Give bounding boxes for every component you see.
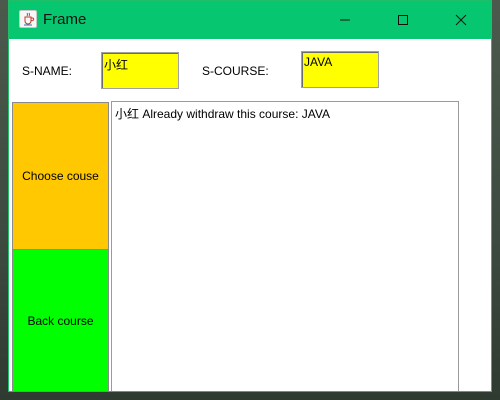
student-name-label: S-NAME: — [22, 64, 73, 78]
java-cup-icon — [19, 10, 37, 28]
close-button[interactable] — [432, 1, 490, 39]
title-bar[interactable]: Frame — [9, 1, 491, 39]
student-course-label: S-COURSE: — [202, 64, 269, 78]
output-text-area[interactable]: 小红 Already withdraw this course: JAVA — [111, 101, 459, 391]
maximize-icon — [398, 15, 408, 25]
window-title: Frame — [43, 11, 87, 28]
maximize-button[interactable] — [374, 1, 432, 39]
close-icon — [455, 14, 467, 26]
minimize-button[interactable] — [316, 1, 374, 39]
student-course-field[interactable]: JAVA — [301, 51, 379, 88]
output-message: 小红 Already withdraw this course: JAVA — [115, 107, 330, 121]
app-window: Frame S-NAME: 小红 S-COURSE: JAVA Choose c… — [8, 0, 492, 392]
back-course-button[interactable]: Back course — [12, 249, 109, 391]
minimize-icon — [340, 19, 350, 21]
student-name-field[interactable]: 小红 — [101, 52, 179, 89]
choose-course-button[interactable]: Choose couse — [12, 102, 109, 250]
